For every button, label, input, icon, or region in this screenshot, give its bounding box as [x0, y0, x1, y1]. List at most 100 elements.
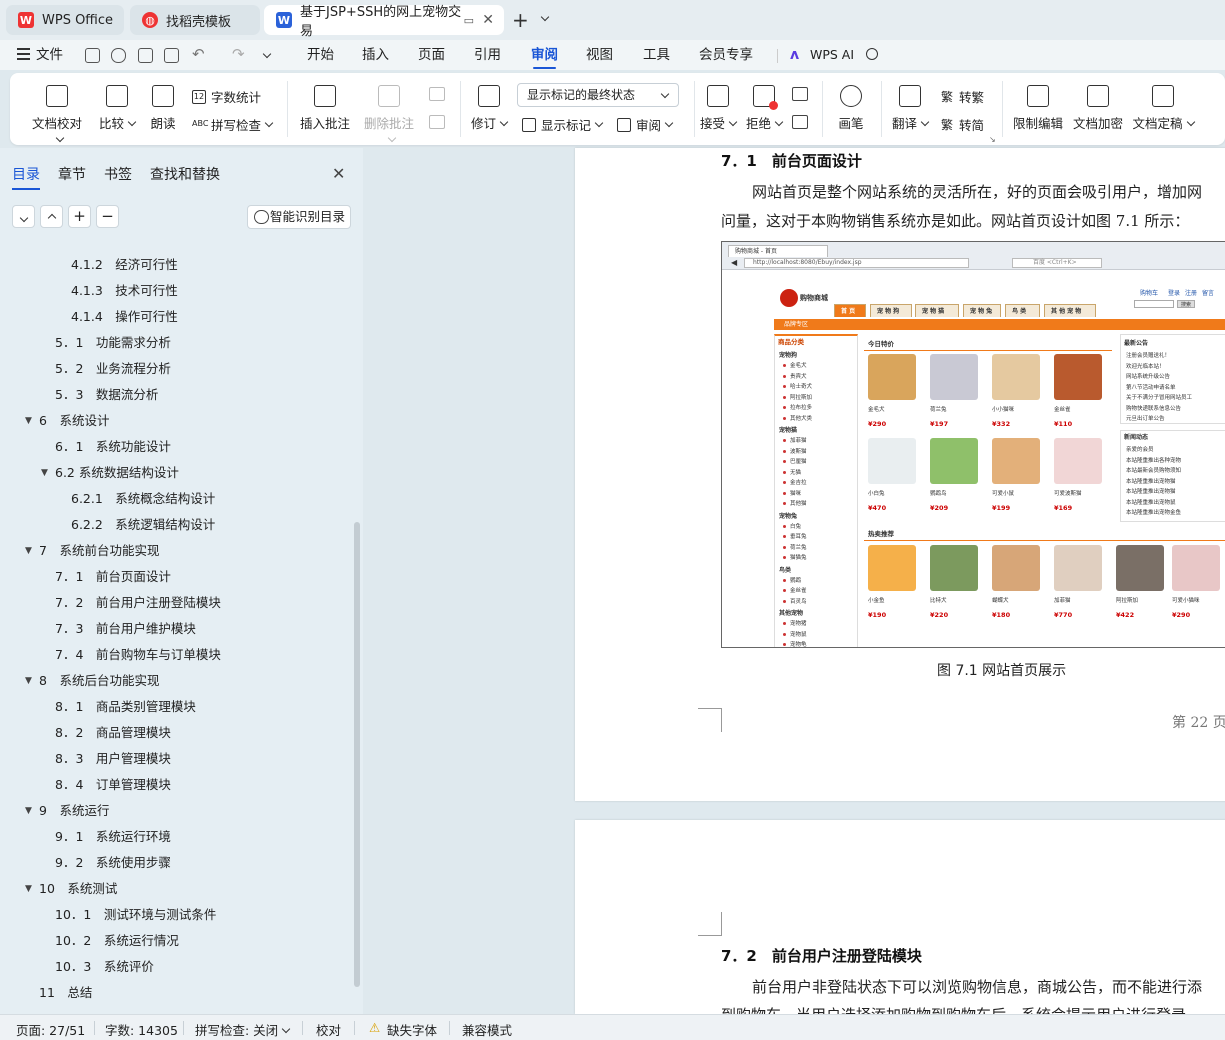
tab-bookmarks[interactable]: 书签	[104, 164, 132, 184]
accept-button[interactable]: 接受	[700, 85, 738, 132]
pen-button[interactable]: 画笔	[835, 85, 867, 132]
redo-icon[interactable]: ↷	[232, 45, 245, 63]
menu-member[interactable]: 会员专享	[699, 40, 753, 70]
menu-reference[interactable]: 引用	[474, 40, 501, 70]
compat-mode-status[interactable]: 兼容模式	[462, 1020, 512, 1039]
spell-check-status[interactable]: 拼写检查: 关闭	[195, 1020, 291, 1039]
menu-tools[interactable]: 工具	[643, 40, 670, 70]
translate-button[interactable]: 翻译	[891, 85, 930, 132]
hamburger-icon[interactable]	[17, 48, 30, 60]
menu-wps-ai[interactable]: WPS AI	[810, 40, 854, 70]
tab-wps-office[interactable]: W WPS Office	[6, 5, 124, 35]
toc-item[interactable]: 6．1 系统功能设计	[55, 437, 171, 457]
toc-item[interactable]: 10．2 系统运行情况	[55, 931, 179, 951]
toc-item[interactable]: 11 总结	[39, 983, 92, 1003]
menu-file[interactable]: 文件	[36, 40, 63, 70]
toc-item[interactable]: 5．1 功能需求分析	[55, 333, 171, 353]
chevron-down-icon[interactable]	[537, 12, 550, 27]
add-heading-button[interactable]: +	[68, 205, 91, 228]
quick-access-more-icon[interactable]	[259, 49, 272, 64]
to-traditional-button[interactable]: 繁转繁	[940, 87, 984, 106]
toc-item[interactable]: 10 系统测试	[39, 879, 117, 899]
to-simplified-button[interactable]: 繁转简	[940, 115, 984, 134]
toc-item[interactable]: 9．1 系统运行环境	[55, 827, 171, 847]
proof-status[interactable]: 校对	[316, 1020, 341, 1039]
toc-item[interactable]: 6.2 系统数据结构设计	[55, 463, 179, 483]
toc-item[interactable]: 8．2 商品管理模块	[55, 723, 171, 743]
toc-item[interactable]: 8．4 订单管理模块	[55, 775, 171, 795]
proofread-button[interactable]: 文档校对	[28, 85, 86, 147]
close-icon[interactable]: ✕	[332, 164, 345, 183]
previous-change-icon[interactable]	[792, 87, 808, 101]
toc-item[interactable]: 7 系统前台功能实现	[39, 541, 159, 561]
toc-item[interactable]: 9．2 系统使用步骤	[55, 853, 171, 873]
toc-item[interactable]: 6 系统设计	[39, 411, 109, 431]
toc-item[interactable]: 9 系统运行	[39, 801, 109, 821]
toc-item[interactable]: 6.2.1 系统概念结构设计	[71, 489, 215, 509]
save-icon[interactable]	[85, 48, 100, 63]
undo-icon[interactable]: ↶	[192, 45, 205, 63]
toc-item[interactable]: 7．3 前台用户维护模块	[55, 619, 196, 639]
toc-item[interactable]: 7．2 前台用户注册登陆模块	[55, 593, 221, 613]
toc-item[interactable]: 4.1.2 经济可行性	[71, 255, 178, 275]
print-preview-icon[interactable]	[164, 48, 179, 63]
expand-triangle-icon[interactable]: ▼	[25, 806, 32, 816]
tab-find-replace[interactable]: 查找和替换	[150, 164, 220, 184]
insert-comment-button[interactable]: 插入批注	[300, 85, 350, 132]
toc-item[interactable]: 7．4 前台购物车与订单模块	[55, 645, 221, 665]
restrict-edit-button[interactable]: 限制编辑	[1012, 85, 1064, 132]
read-aloud-button[interactable]: 朗读	[149, 85, 177, 132]
tab-template[interactable]: ◍ 找稻壳模板	[130, 5, 260, 35]
tab-chapters[interactable]: 章节	[58, 164, 86, 184]
toc-item[interactable]: 5．2 业务流程分析	[55, 359, 171, 379]
menu-insert[interactable]: 插入	[362, 40, 389, 70]
expand-triangle-icon[interactable]: ▼	[41, 468, 48, 478]
review-pane-button[interactable]: 审阅	[617, 115, 674, 134]
delete-comment-button[interactable]: 删除批注	[360, 85, 418, 147]
word-count-button[interactable]: 12 字数统计	[192, 87, 261, 106]
remove-heading-button[interactable]: −	[96, 205, 119, 228]
expand-triangle-icon[interactable]: ▼	[25, 546, 32, 556]
menu-start[interactable]: 开始	[307, 40, 334, 70]
revise-button[interactable]: 修订	[470, 85, 509, 132]
missing-font-status[interactable]: 缺失字体	[387, 1020, 437, 1039]
smart-toc-button[interactable]: 智能识别目录	[247, 205, 351, 229]
expand-up-button[interactable]	[40, 205, 63, 228]
expand-triangle-icon[interactable]: ▼	[25, 884, 32, 894]
window-icon[interactable]: ▭	[464, 14, 474, 27]
spell-check-button[interactable]: ABC 拼写检查	[192, 115, 274, 134]
menu-page[interactable]: 页面	[418, 40, 445, 70]
reject-button[interactable]: 拒绝	[746, 85, 784, 132]
markup-state-select[interactable]: 显示标记的最终状态	[517, 83, 679, 107]
toc-item[interactable]: 8．1 商品类别管理模块	[55, 697, 196, 717]
toc-scrollbar[interactable]	[354, 522, 360, 987]
toc-item[interactable]: 5．3 数据流分析	[55, 385, 158, 405]
toc-item[interactable]: 8 系统后台功能实现	[39, 671, 159, 691]
expand-triangle-icon[interactable]: ▼	[25, 416, 32, 426]
dialog-launcher-icon[interactable]: ↘	[989, 135, 996, 144]
toc-item[interactable]: 10．1 测试环境与测试条件	[55, 905, 216, 925]
toc-item[interactable]: 4.1.3 技术可行性	[71, 281, 178, 301]
finalize-button[interactable]: 文档定稿	[1132, 85, 1195, 132]
toc-item[interactable]: 6.2.2 系统逻辑结构设计	[71, 515, 215, 535]
previous-comment-icon[interactable]	[429, 87, 445, 101]
page-indicator[interactable]: 页面: 27/51	[16, 1020, 85, 1039]
next-comment-icon[interactable]	[429, 115, 445, 129]
tab-toc[interactable]: 目录	[12, 164, 40, 190]
toc-item[interactable]: 4.1.4 操作可行性	[71, 307, 178, 327]
toc-item[interactable]: 10．3 系统评价	[55, 957, 154, 977]
encrypt-button[interactable]: 文档加密	[1072, 85, 1124, 132]
word-count[interactable]: 字数: 14305	[105, 1020, 178, 1039]
search-icon[interactable]	[866, 48, 878, 60]
new-tab-icon[interactable]: +	[512, 8, 529, 32]
toc-item[interactable]: 8．3 用户管理模块	[55, 749, 171, 769]
collapse-all-button[interactable]	[12, 205, 35, 228]
menu-view[interactable]: 视图	[586, 40, 613, 70]
close-icon[interactable]: ✕	[482, 12, 494, 28]
figure-website-screenshot[interactable]: 购物商城 - 首页 ◀ http://localhost:8080/Ebuy/i…	[721, 241, 1225, 648]
menu-review[interactable]: 审阅	[531, 40, 558, 70]
export-icon[interactable]	[111, 48, 126, 63]
compare-button[interactable]: 比较	[98, 85, 137, 132]
show-marks-button[interactable]: 显示标记	[522, 115, 604, 134]
expand-triangle-icon[interactable]: ▼	[25, 676, 32, 686]
